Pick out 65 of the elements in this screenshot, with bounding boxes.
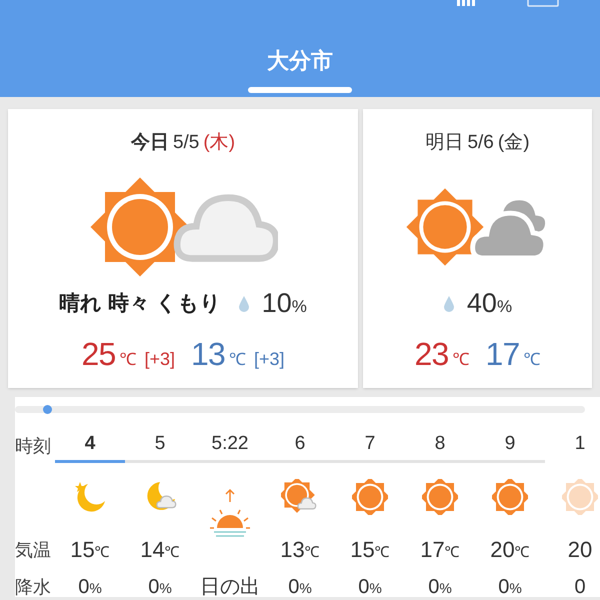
precipitation-value: 40: [466, 287, 497, 320]
time-cell[interactable]: 4: [55, 429, 125, 463]
temperature: 17: [420, 536, 445, 564]
temperature: 15: [350, 536, 375, 564]
row-label: 時刻: [15, 435, 52, 458]
percent-label: %: [292, 296, 307, 318]
time-cell[interactable]: 6: [265, 429, 335, 463]
day-label: 明日: [425, 131, 464, 155]
temperature: 13: [191, 334, 225, 374]
unit-label: ℃: [304, 543, 320, 563]
signal-icon: [457, 0, 477, 6]
precipitation-value: 0: [498, 575, 510, 597]
temperature: 20: [568, 536, 592, 564]
row-label: 降水: [15, 576, 52, 597]
scroll-thumb: [43, 405, 52, 414]
day-label: 今日: [130, 131, 169, 155]
precipitation-value: 0: [148, 575, 160, 597]
temperature: 23: [414, 334, 448, 374]
unit-label: ℃: [94, 543, 110, 563]
precipitation-value: 10: [262, 287, 292, 320]
weather-condition: 晴れ 時々 くもり: [59, 290, 222, 317]
percent-label: %: [439, 579, 452, 597]
temperature: 20: [490, 536, 515, 564]
time-cell[interactable]: 7: [335, 429, 405, 463]
precipitation-value: 0: [358, 575, 370, 597]
date-label: 5/6: [467, 131, 494, 155]
weekday-label: (木): [203, 131, 236, 155]
percent-label: %: [369, 579, 382, 597]
unit-label: ℃: [514, 543, 530, 563]
time-cell[interactable]: 1: [545, 429, 600, 463]
temperature: 17: [486, 334, 520, 374]
time-cell[interactable]: 8: [405, 429, 475, 463]
temperature: 13: [280, 536, 305, 564]
unit-label: ℃: [119, 348, 136, 370]
row-label: 気温: [15, 539, 52, 562]
raindrop-icon: [238, 294, 250, 312]
weekday-label: (金): [498, 131, 530, 155]
time-cell[interactable]: 5:22: [195, 429, 265, 463]
sun-and-cloud-icon: [281, 479, 319, 515]
unit-label: ℃: [374, 543, 390, 563]
percent-label: %: [509, 579, 522, 597]
unit-label: ℃: [164, 543, 180, 563]
temperature-difference: [+3]: [254, 348, 285, 371]
percent-label: %: [89, 579, 102, 597]
precipitation-value: 0: [288, 575, 300, 597]
temperature: 25: [81, 334, 116, 374]
temperature-difference: [+3]: [144, 348, 175, 371]
percent-label: %: [299, 579, 312, 597]
precipitation-value: 0: [574, 575, 586, 597]
time-cell[interactable]: 5: [125, 429, 195, 463]
unit-label: ℃: [444, 543, 460, 563]
precipitation-value: 0: [78, 575, 90, 597]
time-cell[interactable]: 9: [475, 429, 545, 463]
unit-label: ℃: [452, 348, 470, 370]
raindrop-icon: [442, 294, 455, 312]
sun-and-cloud-icon: [88, 176, 278, 276]
temperature: 14: [140, 536, 165, 564]
percent-label: %: [159, 579, 172, 597]
percent-label: %: [496, 296, 512, 318]
unit-label: ℃: [524, 348, 540, 370]
date-label: 5/5: [172, 131, 200, 155]
event-label: 日の出: [200, 575, 260, 597]
unit-label: ℃: [229, 348, 246, 370]
precipitation-value: 0: [428, 575, 440, 597]
temperature: 15: [70, 536, 95, 564]
